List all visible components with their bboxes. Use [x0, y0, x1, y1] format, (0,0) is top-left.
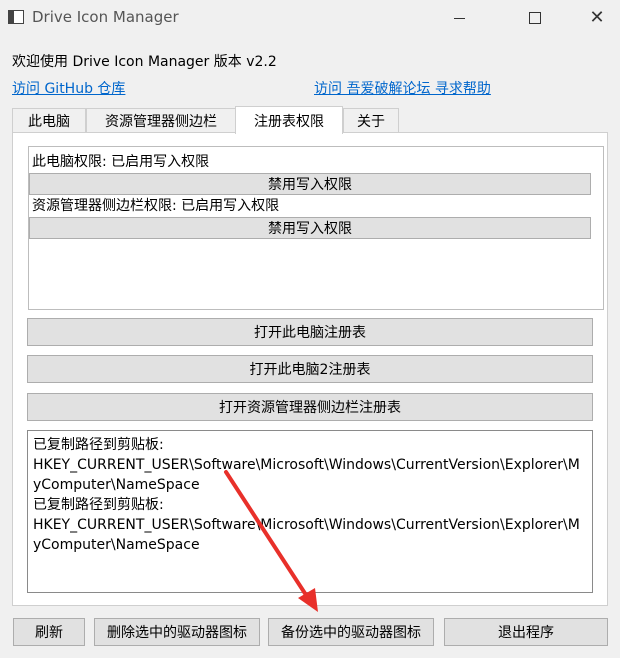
title-bar: Drive Icon Manager ✕ — [0, 0, 620, 36]
disable-pc-write-button[interactable]: 禁用写入权限 — [29, 173, 591, 195]
tab-this-pc[interactable]: 此电脑 — [12, 108, 86, 132]
github-link[interactable]: 访问 GitHub 仓库 — [12, 78, 125, 98]
close-button[interactable]: ✕ — [574, 0, 620, 36]
pc-permission-label: 此电脑权限: 已启用写入权限 — [32, 154, 210, 170]
minimize-icon — [453, 17, 465, 19]
close-icon: ✕ — [589, 7, 605, 28]
maximize-button[interactable] — [512, 0, 558, 36]
open-sidebar-registry-button[interactable]: 打开资源管理器侧边栏注册表 — [27, 393, 593, 421]
tab-explorer-sidebar[interactable]: 资源管理器侧边栏 — [86, 108, 236, 132]
minimize-button[interactable] — [436, 0, 482, 36]
log-output[interactable]: 已复制路径到剪贴板: HKEY_CURRENT_USER\Software\Mi… — [27, 430, 593, 593]
app-window-icon — [8, 10, 24, 24]
delete-drive-icon-button[interactable]: 删除选中的驱动器图标 — [94, 618, 260, 646]
sidebar-permission-label: 资源管理器侧边栏权限: 已启用写入权限 — [32, 198, 280, 214]
open-pc-registry-button[interactable]: 打开此电脑注册表 — [27, 318, 593, 346]
maximize-icon — [529, 12, 541, 24]
open-pc2-registry-button[interactable]: 打开此电脑2注册表 — [27, 355, 593, 383]
window-title: Drive Icon Manager — [32, 8, 179, 26]
welcome-text: 欢迎使用 Drive Icon Manager 版本 v2.2 — [12, 54, 277, 70]
forum-link[interactable]: 访问 吾爱破解论坛 寻求帮助 — [314, 78, 491, 98]
disable-sidebar-write-button[interactable]: 禁用写入权限 — [29, 217, 591, 239]
tab-registry-permissions[interactable]: 注册表权限 — [235, 106, 343, 134]
exit-button[interactable]: 退出程序 — [444, 618, 608, 646]
refresh-button[interactable]: 刷新 — [13, 618, 85, 646]
tab-about[interactable]: 关于 — [343, 108, 399, 132]
permission-group: 此电脑权限: 已启用写入权限 禁用写入权限 资源管理器侧边栏权限: 已启用写入权… — [28, 146, 604, 310]
backup-drive-icon-button[interactable]: 备份选中的驱动器图标 — [268, 618, 434, 646]
